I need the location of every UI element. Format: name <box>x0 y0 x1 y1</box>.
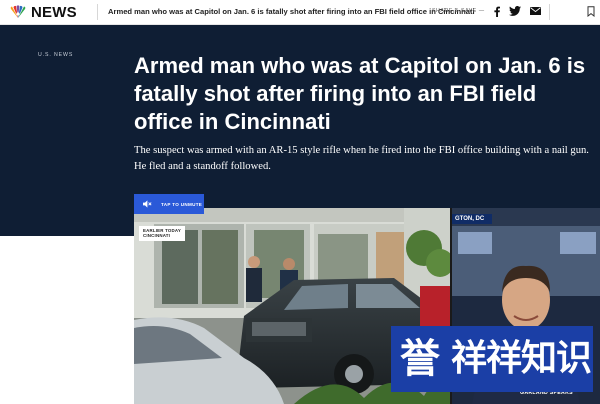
article-title: Armed man who was at Capitol on Jan. 6 i… <box>134 53 586 134</box>
watermark-overlay: 誉 祥祥知识 <box>391 326 593 392</box>
twitter-icon[interactable] <box>509 5 521 17</box>
watermark-rest: 祥祥知识 <box>449 326 593 392</box>
section-label[interactable]: U.S. NEWS <box>38 52 73 58</box>
watermark-first-text: 誉 <box>400 336 440 382</box>
email-icon[interactable] <box>529 5 541 17</box>
watermark-rest-text: 祥祥知识 <box>451 338 592 379</box>
nbc-news-logo[interactable]: NEWS <box>8 3 77 21</box>
share-save-label[interactable]: SHARE & SAVE — <box>432 8 485 14</box>
logo-text: NEWS <box>31 3 77 21</box>
article-dek: The suspect was armed with an AR-15 styl… <box>134 145 589 172</box>
topbar-divider <box>97 4 98 20</box>
earlier-today-tag: EARLIER TODAY CINCINNATI <box>139 226 185 241</box>
topbar-headline: Armed man who was at Capitol on Jan. 6 i… <box>108 7 475 16</box>
bookmark-icon[interactable] <box>585 5 597 17</box>
tap-to-unmute-button[interactable]: TAP TO UNMUTE <box>134 194 204 214</box>
watermark-first-char: 誉 <box>391 326 449 392</box>
nbc-peacock-icon <box>10 5 26 19</box>
speaker-muted-icon <box>143 200 152 208</box>
lower-third-line-2: CINCINNATI <box>143 233 171 239</box>
tap-to-unmute-label: TAP TO UNMUTE <box>161 201 203 207</box>
location-bug: GTON, DC <box>452 214 492 224</box>
topbar-divider-2 <box>549 4 550 20</box>
top-navigation-bar: NEWS Armed man who was at Capitol on Jan… <box>0 0 600 25</box>
facebook-icon[interactable] <box>491 5 503 17</box>
